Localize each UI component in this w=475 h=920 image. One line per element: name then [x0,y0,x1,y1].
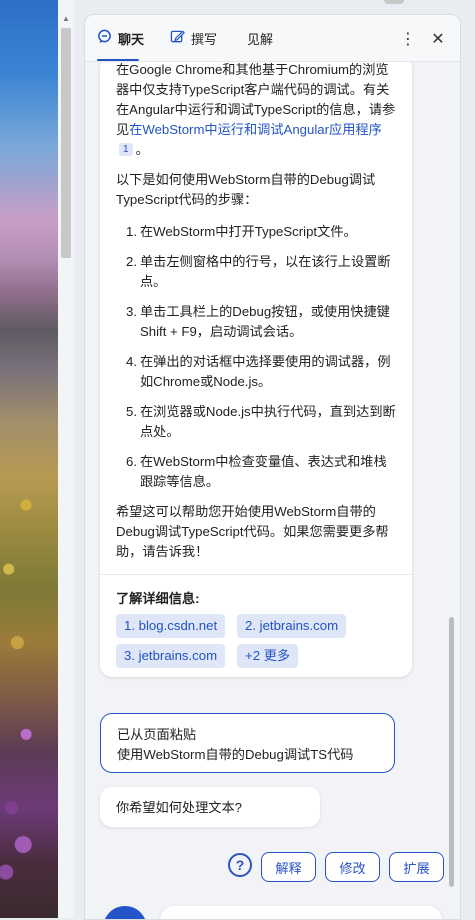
copilot-sidebar: 聊天 撰写 见解 ⋮ ✕ 在Google Chrome和其他基于Chromium… [84,14,461,920]
tab-chat[interactable]: 聊天 [97,15,144,61]
background-window: ▲ [0,0,84,918]
tab-chat-label: 聊天 [118,31,145,47]
answer-intro-link[interactable]: 在WebStorm中运行和调试Angular应用程序 [129,122,382,137]
revise-button[interactable]: 修改 [325,852,380,882]
chat-content: 在Google Chrome和其他基于Chromium的浏览器中仅支持TypeS… [85,62,460,919]
chat-input-box[interactable] [160,906,442,919]
assistant-answer-card: 在Google Chrome和其他基于Chromium的浏览器中仅支持TypeS… [100,62,412,677]
tab-compose-label: 撰写 [191,31,218,47]
window-top-handle [384,0,404,4]
citation-badge[interactable]: 1 [119,143,133,156]
step-number: 1. [126,224,137,239]
tab-insights-label: 见解 [247,31,274,47]
answer-closing: 希望这可以帮助您开始使用WebStorm自带的Debug调试TypeScript… [116,504,389,559]
step-text: 在WebStorm中打开TypeScript文件。 [140,224,357,239]
answer-intro: 在Google Chrome和其他基于Chromium的浏览器中仅支持TypeS… [116,62,398,160]
edit-pencil-icon [170,29,185,47]
close-icon[interactable]: ✕ [426,27,450,51]
step-text: 在弹出的对话框中选择要使用的调试器，例如Chrome或Node.js。 [140,354,391,389]
background-landscape-image [0,0,58,918]
tab-insights[interactable]: 见解 [247,15,273,61]
sidebar-header: 聊天 撰写 见解 ⋮ ✕ [85,15,460,62]
answer-text: 在Google Chrome和其他基于Chromium的浏览器中仅支持TypeS… [116,62,398,562]
divider [100,574,412,575]
active-tab-indicator [97,59,139,61]
scroll-up-arrow-icon[interactable]: ▲ [60,14,72,24]
tab-compose[interactable]: 撰写 [170,15,217,61]
help-icon[interactable]: ? [228,853,252,877]
step-item: 2. 单击左侧窗格中的行号，以在该行上设置断点。 [116,252,398,292]
step-item: 3. 单击工具栏上的Debug按钮，或使用快捷键Shift + F9，启动调试会话… [116,302,398,342]
steps-intro: 以下是如何使用WebStorm自带的Debug调试TypeScript代码的步骤… [116,172,376,207]
step-text: 单击工具栏上的Debug按钮，或使用快捷键Shift + F9，启动调试会话。 [140,304,390,339]
source-link-chip[interactable]: 3. jetbrains.com [116,644,226,668]
step-text: 在浏览器或Node.js中执行代码，直到达到断点处。 [140,404,396,439]
steps-list: 1. 在WebStorm中打开TypeScript文件。 2. 单击左侧窗格中的行号… [116,222,398,492]
more-sources-chip[interactable]: +2 更多 [237,644,299,668]
user-message-bubble: 已从页面粘贴 使用WebStorm自带的Debug调试TS代码 [100,713,395,773]
step-number: 4. [126,354,137,369]
new-topic-avatar-icon[interactable] [103,906,147,919]
step-item: 4. 在弹出的对话框中选择要使用的调试器，例如Chrome或Node.js。 [116,352,398,392]
learn-more-title: 了解详细信息: [116,591,200,606]
step-item: 5. 在浏览器或Node.js中执行代码，直到达到断点处。 [116,402,398,442]
background-scrollbar-thumb[interactable] [61,28,71,258]
chat-scrollbar-thumb[interactable] [449,617,454,887]
step-item: 1. 在WebStorm中打开TypeScript文件。 [116,222,398,242]
source-link-chip[interactable]: 1. blog.csdn.net [116,614,226,638]
more-options-icon[interactable]: ⋮ [396,27,420,51]
step-number: 5. [126,404,137,419]
source-link-chip[interactable]: 2. jetbrains.com [237,614,347,638]
user-message-text: 使用WebStorm自带的Debug调试TS代码 [117,747,354,762]
chat-bubble-icon [97,29,112,47]
step-number: 3. [126,304,137,319]
step-number: 2. [126,254,137,269]
step-item: 6. 在WebStorm中检查变量值、表达式和堆栈跟踪等信息。 [116,452,398,492]
step-number: 6. [126,454,137,469]
step-text: 单击左侧窗格中的行号，以在该行上设置断点。 [140,254,391,289]
step-text: 在WebStorm中检查变量值、表达式和堆栈跟踪等信息。 [140,454,387,489]
user-message-source: 已从页面粘贴 [117,727,197,742]
assistant-question-bubble: 你希望如何处理文本? [100,787,320,827]
explain-button[interactable]: 解释 [261,852,316,882]
expand-button[interactable]: 扩展 [389,852,444,882]
answer-intro-end: 。 [135,142,149,157]
